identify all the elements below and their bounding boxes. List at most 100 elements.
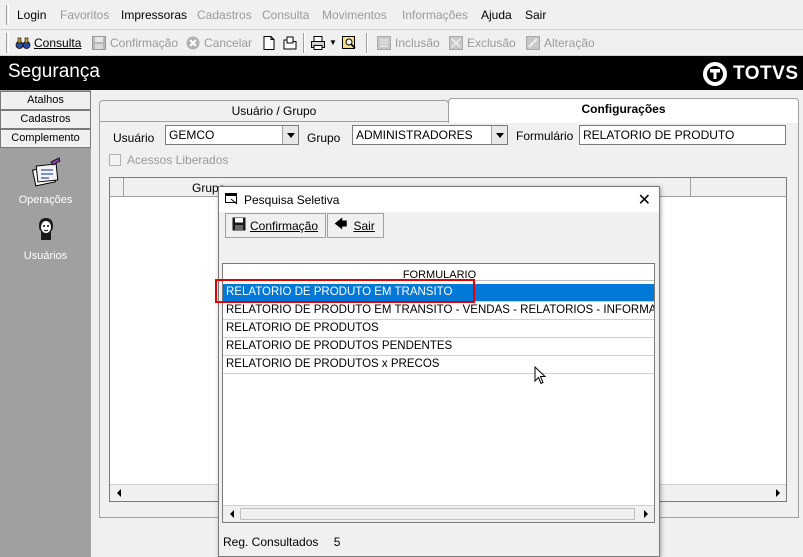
- status-bar: Reg. Consultados 5: [223, 535, 340, 549]
- print-button[interactable]: ▼: [310, 30, 337, 55]
- search-document-button[interactable]: [341, 30, 360, 55]
- formulario-value: RELATORIO DE PRODUTO: [583, 128, 735, 142]
- menu-cadastros[interactable]: Cadastros: [197, 8, 252, 22]
- cancelar-button[interactable]: Cancelar: [185, 30, 252, 55]
- toolbar-separator: [303, 33, 305, 53]
- printer-icon: [310, 35, 326, 51]
- sidebar-atalhos-button[interactable]: Atalhos: [0, 91, 91, 110]
- sidebar-complemento-button[interactable]: Complemento: [0, 129, 91, 148]
- chevron-down-icon: [286, 132, 295, 138]
- scroll-thumb[interactable]: [240, 508, 635, 520]
- menu-sair[interactable]: Sair: [525, 8, 546, 22]
- list-item[interactable]: RELATORIO DE PRODUTO EM TRANSITO - VENDA…: [223, 302, 654, 320]
- menu-movimentos[interactable]: Movimentos: [322, 8, 387, 22]
- formulario-input[interactable]: RELATORIO DE PRODUTO: [579, 125, 786, 145]
- scroll-left-arrow[interactable]: [223, 506, 240, 522]
- chevron-left-icon: [116, 489, 121, 497]
- floppy-disk-icon: [232, 217, 246, 234]
- app-title: Segurança: [8, 61, 100, 82]
- menu-informacoes[interactable]: Informações: [402, 8, 468, 22]
- status-label: Reg. Consultados: [223, 535, 319, 549]
- menu-impressoras[interactable]: Impressoras: [121, 8, 187, 22]
- toolbar-separator: [366, 33, 368, 53]
- search-document-icon: [341, 35, 357, 51]
- mouse-cursor-icon: [534, 365, 547, 388]
- new-document-button[interactable]: [261, 30, 280, 55]
- grupo-combobox[interactable]: ADMINISTRADORES: [352, 125, 508, 145]
- cancelar-label: Cancelar: [204, 35, 253, 50]
- list-item[interactable]: RELATORIO DE PRODUTOS x PRECOS: [223, 356, 654, 374]
- usuario-dropdown-button[interactable]: [282, 126, 298, 144]
- usuario-combobox[interactable]: GEMCO: [165, 125, 299, 145]
- consulta-button[interactable]: Consulta: [15, 30, 81, 55]
- confirmacao-button[interactable]: Confirmação: [91, 30, 178, 55]
- grid-column-divider: [690, 178, 691, 196]
- dialog-confirmacao-button[interactable]: Confirmação: [225, 213, 326, 238]
- list-item[interactable]: RELATORIO DE PRODUTOS PENDENTES: [223, 338, 654, 356]
- scroll-right-arrow[interactable]: [769, 485, 786, 501]
- totvs-logo-text: TOTVS: [733, 63, 799, 84]
- operations-icon: [29, 156, 63, 190]
- list-horizontal-scrollbar[interactable]: [223, 505, 654, 522]
- menu-grip: [6, 5, 9, 25]
- confirmacao-label: Confirmação: [110, 35, 179, 50]
- grupo-dropdown-button[interactable]: [491, 126, 507, 144]
- chevron-left-icon: [229, 510, 234, 518]
- consulta-label: Consulta: [34, 35, 82, 50]
- dialog-confirmacao-label: Confirmação: [250, 218, 319, 233]
- chevron-right-icon: [775, 489, 780, 497]
- open-document-icon: [282, 35, 298, 51]
- inclusao-label: Inclusão: [395, 35, 440, 50]
- sidebar-operacoes-tool[interactable]: Operações: [0, 156, 91, 206]
- delete-record-icon: [448, 35, 464, 51]
- menu-ajuda[interactable]: Ajuda: [481, 8, 512, 22]
- dialog-titlebar: Pesquisa Seletiva ✕: [219, 187, 659, 212]
- inclusao-button[interactable]: Inclusão: [376, 30, 440, 55]
- menu-login[interactable]: Login: [17, 8, 46, 22]
- pesquisa-seletiva-dialog: Pesquisa Seletiva ✕ Confirmação 🡄 Sair F…: [218, 186, 660, 557]
- app-header: Segurança TOTVS: [0, 56, 803, 90]
- list-item[interactable]: RELATORIO DE PRODUTOS: [223, 320, 654, 338]
- menu-consulta[interactable]: Consulta: [262, 8, 309, 22]
- alteracao-label: Alteração: [544, 35, 595, 50]
- status-count: 5: [333, 535, 341, 549]
- exclusao-button[interactable]: Exclusão: [448, 30, 516, 55]
- scroll-right-arrow[interactable]: [637, 506, 654, 522]
- toolbar-grip: [6, 33, 9, 53]
- alteracao-button[interactable]: Alteração: [525, 30, 595, 55]
- usuario-label: Usuário: [113, 131, 155, 145]
- dialog-sair-label: Sair: [353, 218, 375, 233]
- new-document-icon: [261, 35, 277, 51]
- highlight-box: [215, 279, 475, 303]
- sidebar-usuarios-label: Usuários: [23, 250, 68, 262]
- acessos-liberados-checkbox[interactable]: [109, 154, 121, 166]
- dialog-title: Pesquisa Seletiva: [244, 193, 340, 207]
- scroll-left-arrow[interactable]: [110, 485, 127, 501]
- floppy-disk-icon: [91, 35, 107, 51]
- menu-favoritos[interactable]: Favoritos: [60, 8, 109, 22]
- add-record-icon: [376, 35, 392, 51]
- exclusao-label: Exclusão: [467, 35, 516, 50]
- binoculars-icon: [15, 35, 31, 51]
- sidebar-usuarios-tool[interactable]: Usuários: [0, 216, 91, 262]
- chevron-right-icon: [643, 510, 648, 518]
- tab-usuario-grupo[interactable]: Usuário / Grupo: [99, 100, 449, 122]
- close-icon[interactable]: ✕: [638, 190, 651, 210]
- tab-configuracoes[interactable]: Configurações: [448, 98, 799, 123]
- sidebar: Atalhos Cadastros Complemento Operações …: [0, 90, 91, 557]
- open-document-button[interactable]: [282, 30, 301, 55]
- sidebar-cadastros-button[interactable]: Cadastros: [0, 110, 91, 129]
- menu-bar: Login Favoritos Impressoras Cadastros Co…: [0, 0, 803, 30]
- chevron-down-icon: ▼: [329, 38, 337, 47]
- totvs-logo-icon: [703, 62, 727, 86]
- grid-row-indicator-header: [110, 178, 124, 196]
- window-icon: [225, 193, 238, 208]
- cancel-icon: [185, 35, 201, 51]
- chevron-down-icon: [495, 132, 504, 138]
- formulario-label: Formulário: [516, 129, 574, 143]
- edit-record-icon: [525, 35, 541, 51]
- usuario-value: GEMCO: [169, 128, 215, 142]
- dialog-sair-button[interactable]: 🡄 Sair: [327, 213, 384, 238]
- acessos-liberados-label: Acessos Liberados: [127, 153, 229, 167]
- user-icon: [33, 216, 59, 242]
